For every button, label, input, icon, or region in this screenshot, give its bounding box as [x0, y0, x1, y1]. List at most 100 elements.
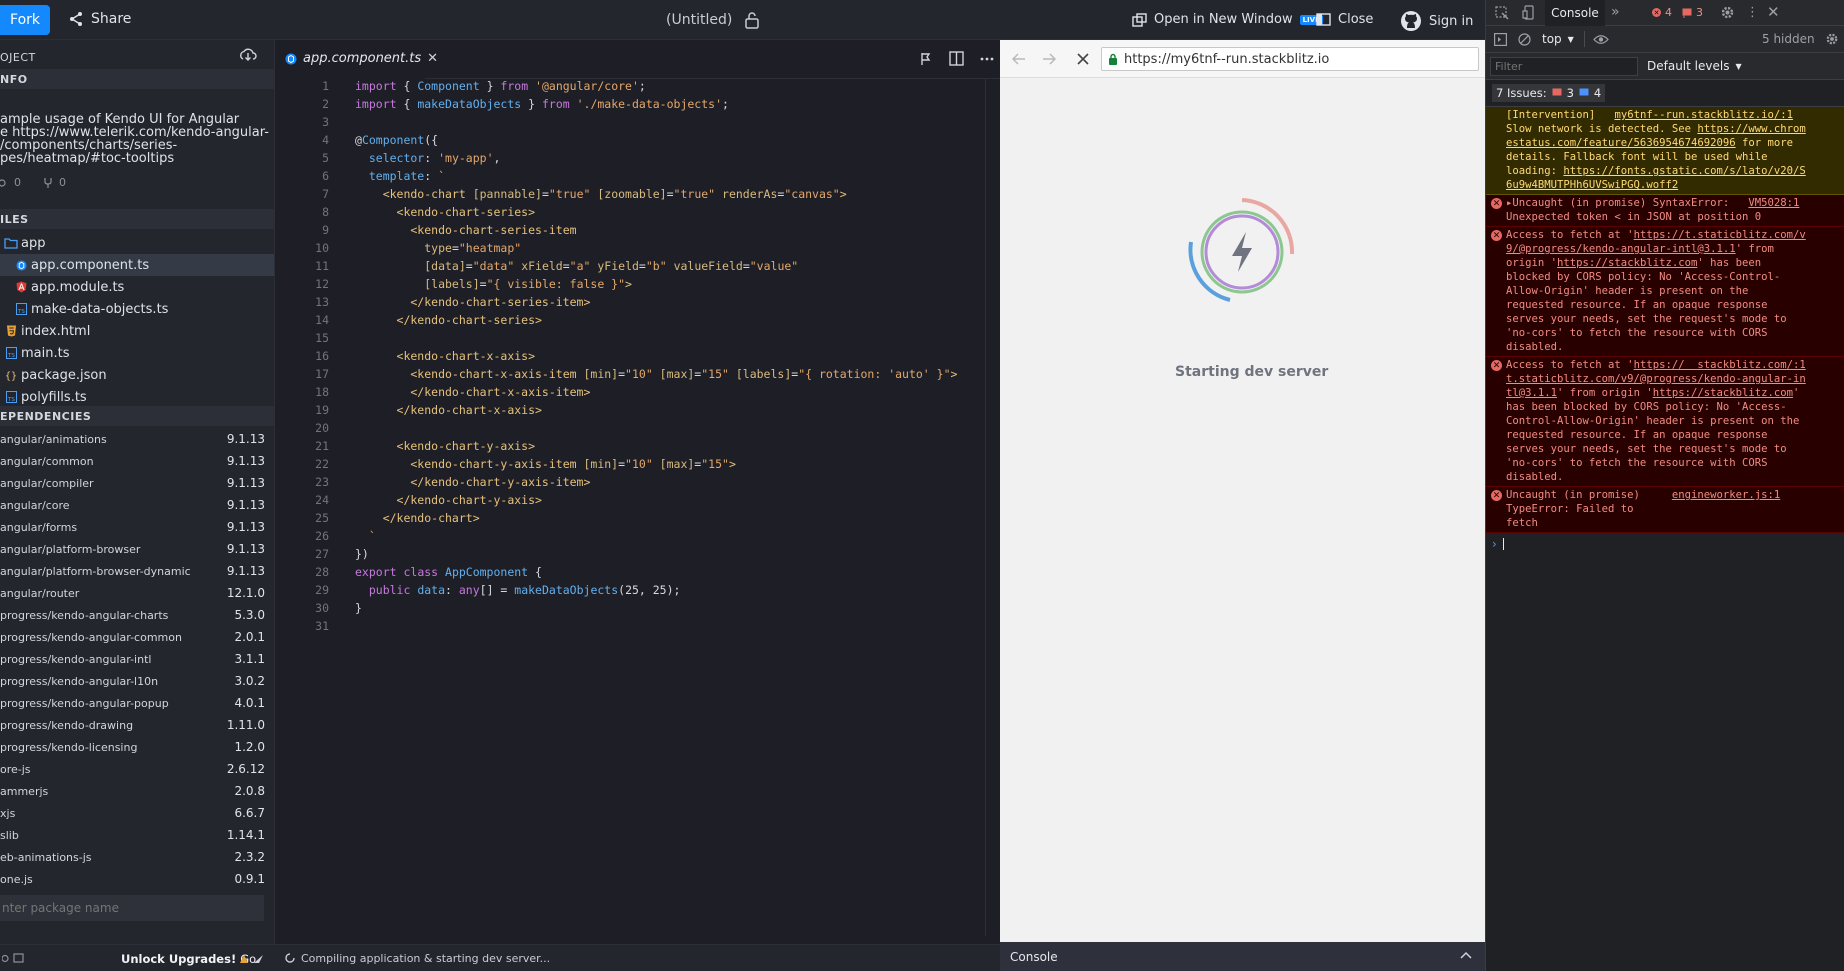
message-link[interactable]: tl@3.1.1 — [1506, 387, 1557, 399]
dependency-item[interactable]: eb-animations-js 2.3.2 — [0, 846, 274, 868]
file-item[interactable]: TS make-data-objects.ts — [0, 298, 274, 320]
dependency-item[interactable]: angular/core 9.1.13 — [0, 494, 274, 516]
issues-bar[interactable]: 7 Issues: 3 4 — [1486, 80, 1844, 107]
close-devtools-icon[interactable]: ✕ — [1767, 3, 1780, 21]
message-link[interactable]: 9/@progress/kendo-angular-intl@3.1.1 — [1506, 243, 1736, 255]
open-new-window-button[interactable]: Open in New Window LIVE — [1132, 12, 1323, 27]
console-prompt[interactable]: › — [1486, 533, 1844, 555]
more-icon[interactable] — [980, 57, 994, 61]
inspect-icon[interactable] — [1495, 6, 1509, 20]
message-link[interactable]: https:// stackblitz.com/:1 — [1634, 359, 1806, 371]
dependency-item[interactable]: ore-js 2.6.12 — [0, 758, 274, 780]
kebab-menu-icon[interactable]: ⋮ — [1746, 5, 1759, 20]
line-number: 13 — [315, 295, 329, 309]
settings-gear-icon[interactable] — [1720, 5, 1735, 20]
message-link[interactable]: https://t.staticblitz.com/v — [1634, 229, 1806, 241]
tab-console[interactable]: Console — [1545, 0, 1605, 26]
close-tab-icon[interactable]: ✕ — [427, 51, 438, 66]
dependency-item[interactable]: angular/forms 9.1.13 — [0, 516, 274, 538]
close-preview-button[interactable]: Close — [1316, 12, 1373, 27]
file-item[interactable]: app.module.ts — [0, 276, 274, 298]
dependency-item[interactable]: ammerjs 2.0.8 — [0, 780, 274, 802]
dependency-item[interactable]: progress/kendo-angular-popup 4.0.1 — [0, 692, 274, 714]
file-item[interactable]: app — [0, 232, 274, 254]
message-link[interactable]: https://stackblitz.com — [1653, 387, 1793, 399]
dependency-item[interactable]: angular/common 9.1.13 — [0, 450, 274, 472]
file-item[interactable]: TS main.ts — [0, 342, 274, 364]
share-button[interactable]: Share — [68, 11, 131, 27]
lock-icon — [1108, 53, 1118, 65]
message-link[interactable]: https://stackblitz.com — [1557, 257, 1697, 269]
dependency-item[interactable]: slib 1.14.1 — [0, 824, 274, 846]
line-content: <kendo-chart-x-axis> — [329, 349, 535, 367]
dependency-item[interactable]: progress/kendo-licensing 1.2.0 — [0, 736, 274, 758]
format-icon[interactable] — [919, 52, 933, 66]
dependency-item[interactable]: angular/router 12.1.0 — [0, 582, 274, 604]
dependency-item[interactable]: progress/kendo-angular-charts 5.3.0 — [0, 604, 274, 626]
clear-console-icon[interactable] — [1518, 33, 1531, 46]
unlock-upgrades-link[interactable]: Unlock Upgrades! Go — [121, 952, 256, 966]
context-selector[interactable]: top ▼ — [1542, 32, 1574, 46]
issues-summary[interactable]: 7 Issues: 3 4 — [1492, 84, 1606, 102]
code-line: 15 — [275, 331, 1000, 349]
download-icon[interactable] — [239, 48, 257, 62]
forward-icon[interactable] — [1042, 52, 1056, 66]
back-icon[interactable] — [1012, 52, 1026, 66]
code-token: "10" — [625, 367, 653, 381]
message-link[interactable]: my6tnf--run.stackblitz.io/:1 — [1614, 109, 1793, 121]
console-error[interactable]: ✕ Access to fetch at 'https:// stackblitz… — [1486, 357, 1844, 487]
dependency-item[interactable]: progress/kendo-angular-common 2.0.1 — [0, 626, 274, 648]
line-content: export class AppComponent { — [329, 565, 542, 583]
message-link[interactable]: estatus.com/feature/5636954674692096 — [1506, 137, 1736, 149]
message-text: 'no-cors' to fetch the resource with COR… — [1506, 327, 1768, 339]
project-title-group[interactable]: (Untitled) — [666, 11, 760, 29]
dependency-item[interactable]: angular/platform-browser 9.1.13 — [0, 538, 274, 560]
fork-button[interactable]: Fork — [0, 5, 50, 35]
dependency-item[interactable]: angular/animations 9.1.13 — [0, 428, 274, 450]
message-link[interactable]: t.staticblitz.com/v9/@progress/kendo-ang… — [1506, 373, 1806, 385]
tab-app-component[interactable]: app.component.ts ✕ — [275, 40, 438, 79]
file-item[interactable]: {} package.json — [0, 364, 274, 386]
log-levels-dropdown[interactable]: Default levels ▼ — [1647, 59, 1742, 73]
file-item[interactable]: index.html — [0, 320, 274, 342]
line-content: import { Component } from '@angular/core… — [329, 79, 646, 97]
package-name-input[interactable] — [0, 895, 264, 921]
dependency-item[interactable]: progress/kendo-angular-l10n 3.0.2 — [0, 670, 274, 692]
message-link[interactable]: https://fonts.gstatic.com/s/lato/v20/S — [1563, 165, 1805, 177]
devtools-tabbar: Console » ✕ 4 3 ⋮ ✕ — [1486, 0, 1844, 26]
message-link[interactable]: VM5028:1 — [1748, 197, 1799, 209]
sidebar-toggle-icon[interactable] — [1494, 33, 1507, 46]
dependency-item[interactable]: progress/kendo-angular-intl 3.1.1 — [0, 648, 274, 670]
code-token: Component — [361, 133, 425, 147]
dependency-item[interactable]: angular/compiler 9.1.13 — [0, 472, 274, 494]
issues-count-badge[interactable]: 3 — [1682, 6, 1703, 19]
terminal-icon[interactable] — [2, 953, 24, 964]
more-tabs-icon[interactable]: » — [1611, 4, 1620, 20]
code-editor[interactable]: 1 import { Component } from '@angular/cor… — [275, 79, 1000, 936]
preview-console-bar[interactable]: Console — [1000, 942, 1485, 971]
message-link[interactable]: engineworker.js:1 — [1672, 489, 1780, 501]
signin-button[interactable]: Sign in — [1400, 10, 1473, 32]
device-toolbar-icon[interactable] — [1522, 5, 1536, 20]
file-item[interactable]: app.component.ts — [0, 254, 274, 276]
split-editor-icon[interactable] — [949, 51, 964, 66]
console-error[interactable]: ✕ ▸Uncaught (in promise) SyntaxError: VM5… — [1486, 195, 1844, 227]
message-link[interactable]: 6u9w4BMUTPHh6UVSwiPGQ.woff2 — [1506, 179, 1678, 191]
console-error[interactable]: ✕ Uncaught (in promise) engineworker.js:1… — [1486, 487, 1844, 533]
stop-loading-icon[interactable] — [1076, 52, 1090, 66]
console-warning[interactable]: [Intervention] my6tnf--run.stackblitz.io… — [1486, 107, 1844, 195]
file-item[interactable]: TS polyfills.ts — [0, 386, 274, 408]
editor-scrollbar[interactable] — [985, 79, 1000, 936]
console-settings-icon[interactable] — [1825, 32, 1839, 46]
console-error[interactable]: ✕ Access to fetch at 'https://t.staticbli… — [1486, 227, 1844, 357]
url-field[interactable]: https://my6tnf--run.stackblitz.io — [1101, 47, 1479, 71]
message-link[interactable]: https://www.chrom — [1697, 123, 1805, 135]
chevron-up-icon[interactable] — [1460, 951, 1472, 959]
error-count-badge[interactable]: ✕ 4 — [1652, 6, 1672, 19]
dependency-item[interactable]: xjs 6.6.7 — [0, 802, 274, 824]
dependency-item[interactable]: angular/platform-browser-dynamic 9.1.13 — [0, 560, 274, 582]
dependency-item[interactable]: one.js 0.9.1 — [0, 868, 274, 890]
dependency-item[interactable]: progress/kendo-drawing 1.11.0 — [0, 714, 274, 736]
live-expression-eye-icon[interactable] — [1593, 34, 1609, 45]
console-filter-input[interactable] — [1490, 57, 1638, 76]
